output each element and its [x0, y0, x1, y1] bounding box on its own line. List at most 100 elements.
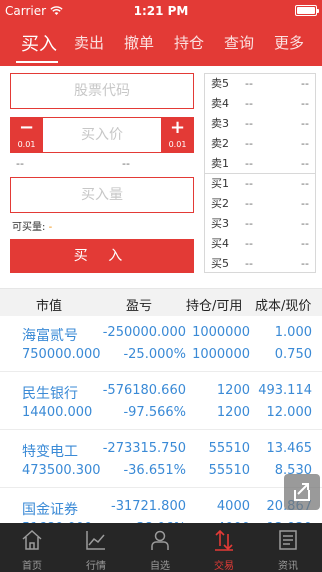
- header-cost-price: 成本/现价: [255, 299, 312, 314]
- holding-available: 55510: [208, 463, 250, 478]
- order-book-row: 卖4 -- --: [205, 94, 315, 114]
- holding-market-value: 473500.300: [22, 463, 101, 478]
- bottom-tab-market-label: 行情: [86, 561, 106, 572]
- order-book-price: --: [245, 137, 253, 150]
- tab-cancel[interactable]: 撤单: [122, 32, 156, 62]
- holding-row[interactable]: 海富贰号 750000.000 -250000.000 -25.000% 1000000…: [0, 316, 322, 372]
- holding-market-value: 750000.000: [22, 347, 101, 362]
- bottom-tab-news-label: 资讯: [278, 561, 298, 572]
- decrease-step-label: 0.01: [17, 140, 36, 149]
- holding-price: 12.000: [266, 405, 313, 420]
- holding-price: 0.750: [274, 347, 312, 362]
- holding-profit-loss: -576180.660: [102, 383, 186, 398]
- order-book-volume: --: [301, 257, 309, 270]
- holding-position: 55510: [208, 441, 250, 456]
- order-book-price: --: [245, 197, 253, 210]
- order-book-volume: --: [301, 157, 309, 170]
- order-book-row: 买3 -- --: [205, 214, 315, 234]
- holding-row[interactable]: 特变电工 473500.300 -273315.750 -36.651% 55510 55…: [0, 432, 322, 488]
- order-book-price: --: [245, 217, 253, 230]
- order-book-level: 卖2: [211, 137, 229, 150]
- order-book-price: --: [245, 257, 253, 270]
- order-book-row: 买4 -- --: [205, 234, 315, 254]
- holding-market-value: 14400.000: [22, 405, 93, 420]
- news-icon: [279, 530, 297, 550]
- increase-step-label: 0.01: [168, 140, 187, 149]
- battery-icon: [295, 5, 319, 16]
- tab-query[interactable]: 查询: [222, 32, 256, 62]
- bottom-tab-news[interactable]: 资讯: [256, 523, 320, 572]
- order-book-price: --: [245, 237, 253, 250]
- order-book-row: 买2 -- --: [205, 194, 315, 214]
- order-book-level: 卖3: [211, 117, 229, 130]
- bottom-tab-watchlist-label: 自选: [150, 561, 170, 572]
- tab-sell[interactable]: 卖出: [72, 32, 106, 62]
- order-book-level: 卖4: [211, 97, 229, 110]
- max-buy-quantity: 可买量: -: [12, 218, 52, 233]
- holding-position: 1000000: [192, 325, 250, 340]
- bottom-tab-trade[interactable]: 交易: [192, 523, 256, 572]
- order-book-volume: --: [301, 237, 309, 250]
- order-book-volume: --: [301, 137, 309, 150]
- holding-row[interactable]: 民生银行 14400.000 -576180.660 -97.566% 1200 1200…: [0, 374, 322, 430]
- order-book-row: 卖3 -- --: [205, 114, 315, 134]
- bottom-tab-home-label: 首页: [22, 561, 42, 572]
- clock: 1:21 PM: [133, 4, 189, 18]
- holding-profit-loss: -250000.000: [102, 325, 186, 340]
- bottom-tab-home[interactable]: 首页: [0, 523, 64, 572]
- holding-position: 1200: [216, 383, 250, 398]
- status-bar: Carrier 1:21 PM: [0, 0, 322, 22]
- max-buy-label: 可买量:: [12, 222, 46, 233]
- price-decrease-button[interactable]: − 0.01: [10, 117, 43, 153]
- order-book-level: 买3: [211, 217, 229, 230]
- header-profit-loss: 盈亏: [126, 299, 153, 314]
- tab-underline: [16, 61, 58, 63]
- order-book-level: 卖1: [211, 157, 229, 170]
- plus-icon: +: [169, 117, 186, 138]
- tab-more[interactable]: 更多: [272, 32, 306, 62]
- holding-profit-loss-pct: -36.651%: [123, 463, 186, 478]
- holding-cost: 1.000: [274, 325, 312, 340]
- holding-name: 海富贰号: [22, 328, 78, 344]
- share-button[interactable]: [284, 474, 320, 510]
- buy-price-input[interactable]: 买入价: [43, 117, 161, 153]
- price-increase-button[interactable]: + 0.01: [161, 117, 194, 153]
- order-book-price: --: [245, 117, 253, 130]
- order-book-price: --: [245, 97, 253, 110]
- tab-buy[interactable]: 买入: [18, 30, 60, 60]
- home-icon: [22, 529, 42, 550]
- header-position: 持仓/可用: [186, 299, 243, 314]
- bottom-tab-watchlist[interactable]: 自选: [128, 523, 192, 572]
- bottom-tab-market[interactable]: 行情: [64, 523, 128, 572]
- order-book-row: 买5 -- --: [205, 254, 315, 274]
- order-book-volume: --: [301, 217, 309, 230]
- order-book-volume: --: [301, 197, 309, 210]
- holdings-header: 市值 盈亏 持仓/可用 成本/现价: [0, 288, 322, 316]
- price-stepper: − 0.01 买入价 + 0.01: [10, 117, 194, 153]
- holding-name: 国金证券: [22, 502, 78, 518]
- bottom-tab-trade-label: 交易: [214, 561, 234, 572]
- tab-positions[interactable]: 持仓: [172, 32, 206, 62]
- limit-up-value: --: [122, 157, 130, 170]
- order-book-row: 卖1 -- --: [205, 154, 315, 174]
- buy-quantity-input[interactable]: 买入量: [10, 177, 194, 213]
- order-book-volume: --: [301, 117, 309, 130]
- order-book-level: 买1: [211, 177, 229, 190]
- holding-cost: 13.465: [266, 441, 313, 456]
- holding-profit-loss: -273315.750: [102, 441, 186, 456]
- price-limits: -- --: [10, 157, 194, 171]
- minus-icon: −: [18, 117, 35, 138]
- stock-code-input[interactable]: 股票代码: [10, 73, 194, 109]
- user-icon: [151, 530, 169, 550]
- holding-name: 民生银行: [22, 386, 78, 402]
- order-book-price: --: [245, 77, 253, 90]
- holding-cost: 493.114: [258, 383, 312, 398]
- order-book-volume: --: [301, 77, 309, 90]
- buy-button[interactable]: 买 入: [10, 239, 194, 273]
- chart-icon: [86, 531, 105, 550]
- order-book-volume: --: [301, 177, 309, 190]
- holding-profit-loss-pct: -25.000%: [123, 347, 186, 362]
- order-book-level: 买2: [211, 197, 229, 210]
- holding-profit-loss-pct: -97.566%: [123, 405, 186, 420]
- trade-tabs: 买入 卖出 撤单 持仓 查询 更多: [0, 22, 322, 66]
